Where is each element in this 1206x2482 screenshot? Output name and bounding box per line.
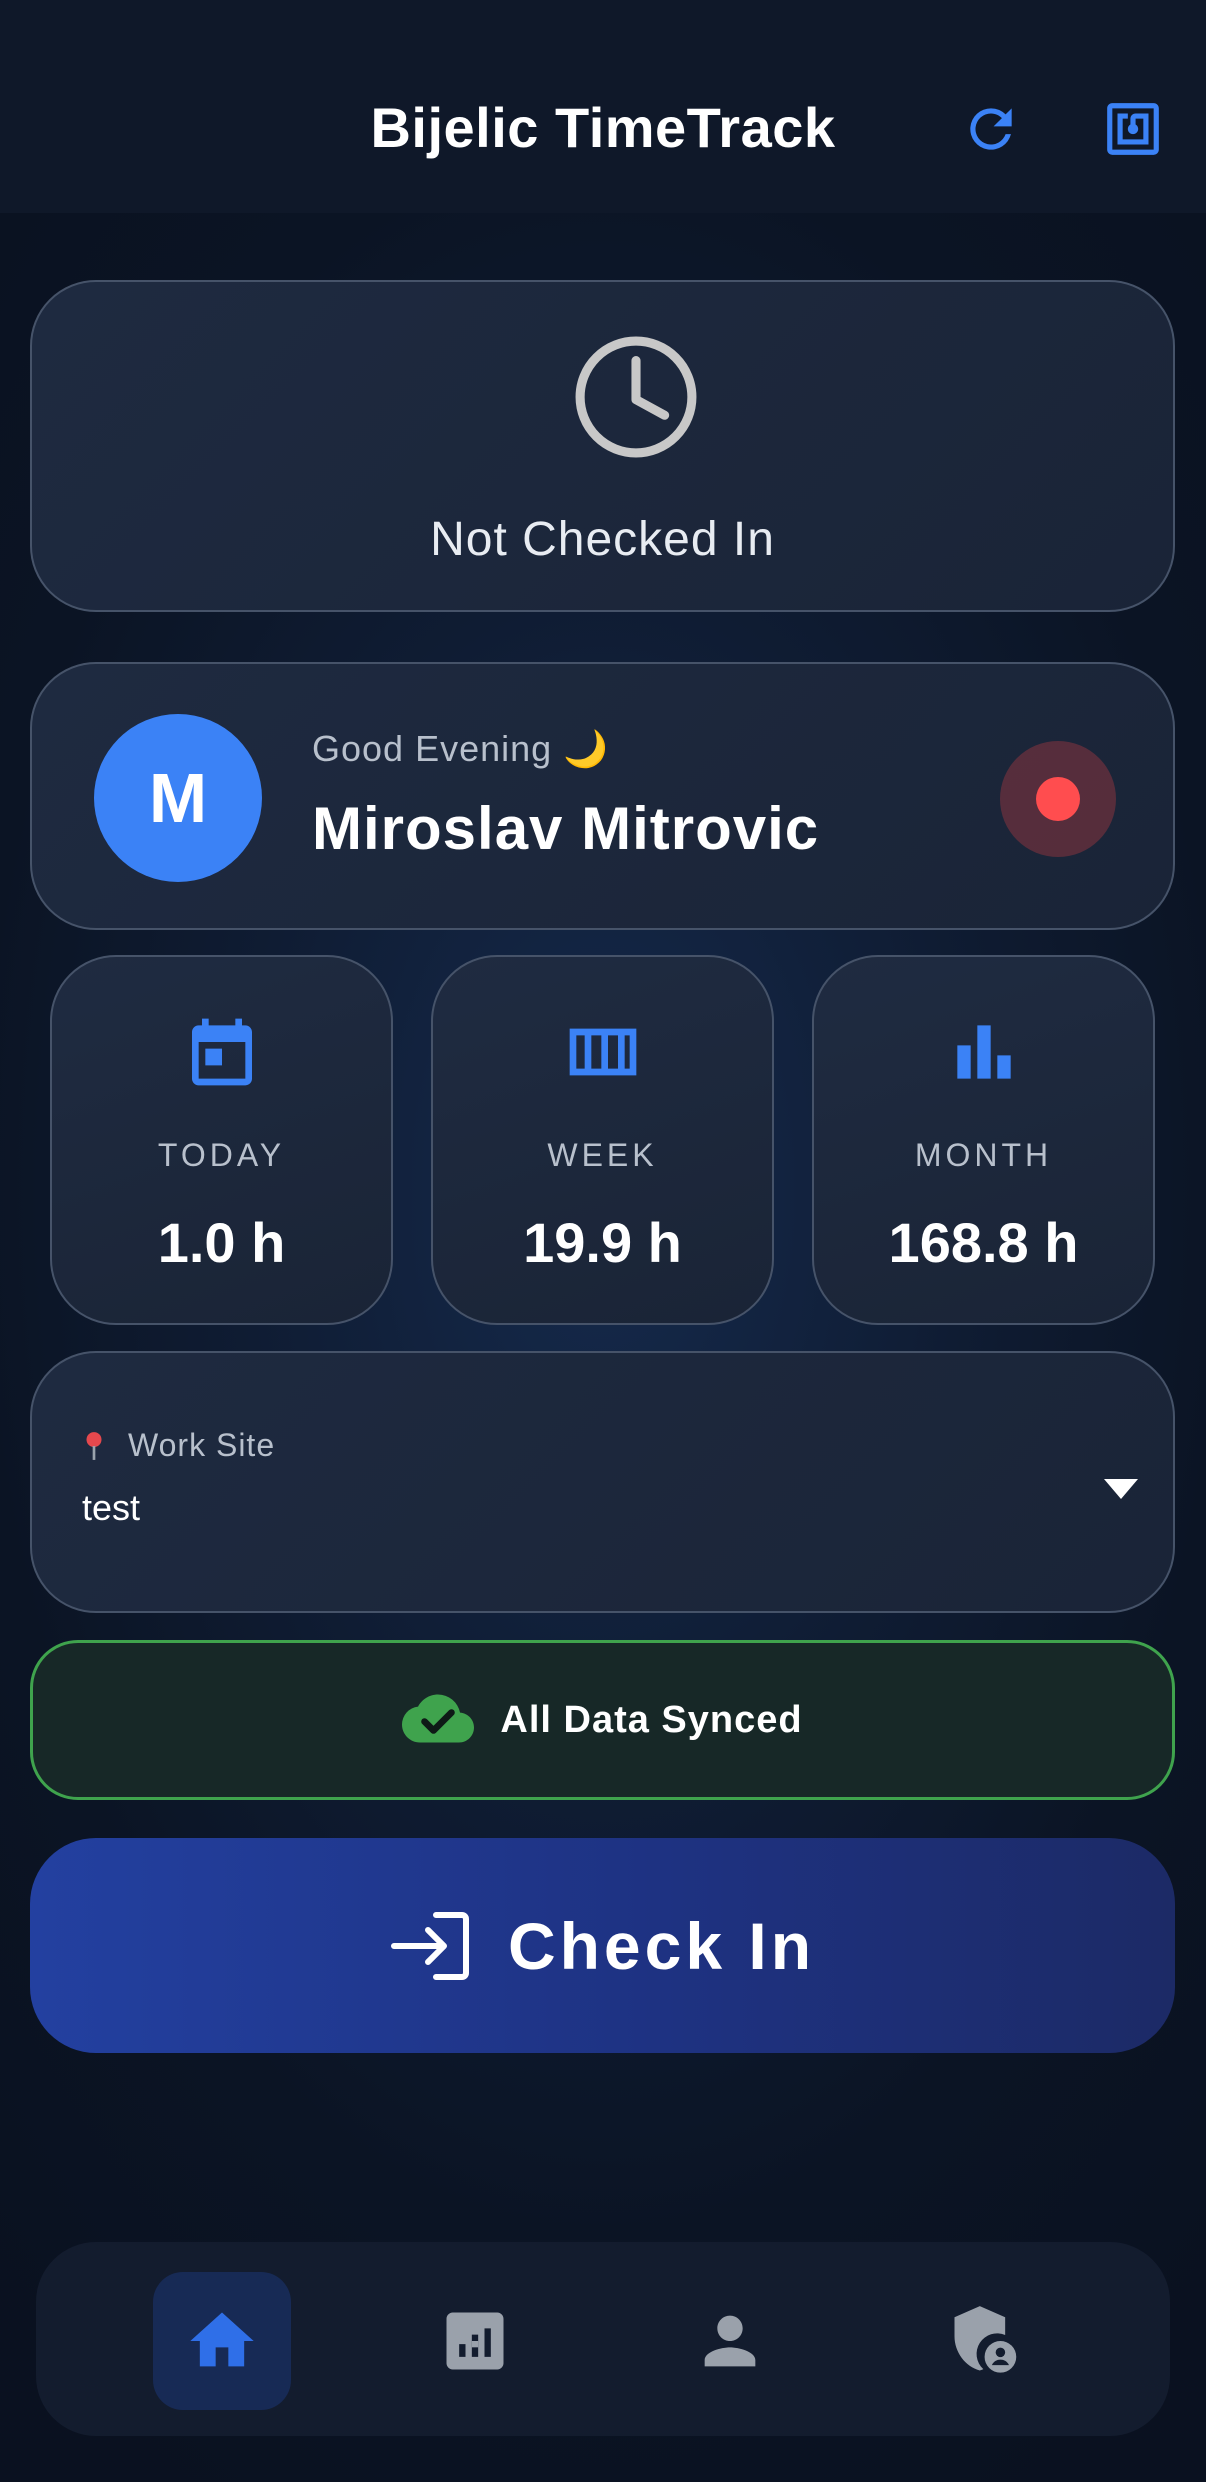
person-icon xyxy=(704,2315,756,2367)
calendar-today-icon xyxy=(191,1018,252,1086)
stat-value: 168.8 h xyxy=(888,1211,1079,1274)
stat-label: TODAY xyxy=(157,1137,286,1173)
user-name: Miroslav Mitrovic xyxy=(312,795,820,862)
nav-statistics[interactable] xyxy=(406,2272,544,2410)
greeting-text: Good Evening 🌙 xyxy=(312,728,609,769)
work-site-label-text: Work Site xyxy=(128,1427,276,1463)
calendar-week-icon xyxy=(569,1028,636,1076)
cloud-check-icon xyxy=(402,1694,475,1743)
nav-profile[interactable] xyxy=(661,2272,799,2410)
work-site-label: Work Site xyxy=(82,1427,275,1464)
login-icon xyxy=(390,1911,469,1980)
check-status-card: Not Checked In xyxy=(30,280,1175,612)
work-site-select[interactable]: Work Site test xyxy=(30,1351,1175,1613)
nav-admin[interactable] xyxy=(914,2272,1052,2410)
stat-month: MONTH 168.8 h xyxy=(812,955,1155,1325)
top-app-bar: Bijelic TimeTrack xyxy=(0,0,1206,213)
nav-home[interactable] xyxy=(153,2272,291,2410)
sync-status-banner: All Data Synced xyxy=(30,1640,1175,1800)
refresh-icon[interactable] xyxy=(960,98,1022,160)
admin-shield-icon xyxy=(954,2306,1017,2373)
bottom-navigation xyxy=(36,2242,1170,2436)
report-icon xyxy=(446,2312,504,2370)
check-in-label: Check In xyxy=(507,1908,816,1983)
stat-label: MONTH xyxy=(914,1137,1053,1173)
work-site-value: test xyxy=(82,1487,141,1528)
clock-icon xyxy=(575,336,697,458)
app-title: Bijelic TimeTrack xyxy=(370,96,836,159)
user-card: M Good Evening 🌙 Miroslav Mitrovic xyxy=(30,662,1175,930)
stat-today: TODAY 1.0 h xyxy=(50,955,393,1325)
sync-status-text: All Data Synced xyxy=(500,1698,803,1741)
home-icon xyxy=(190,2312,254,2367)
stat-value: 19.9 h xyxy=(523,1211,682,1274)
pin-icon xyxy=(86,1431,102,1460)
stat-value: 1.0 h xyxy=(157,1211,286,1274)
avatar: M xyxy=(94,714,262,882)
stat-label: WEEK xyxy=(547,1137,658,1173)
presence-indicator xyxy=(1000,741,1116,857)
chevron-down-icon[interactable] xyxy=(1104,1479,1138,1499)
stat-week: WEEK 19.9 h xyxy=(431,955,774,1325)
nfc-icon[interactable] xyxy=(1102,98,1164,160)
check-in-button[interactable]: Check In xyxy=(30,1838,1175,2053)
presence-dot xyxy=(1036,777,1080,821)
check-status-text: Not Checked In xyxy=(430,513,775,566)
bar-chart-icon xyxy=(956,1025,1011,1079)
